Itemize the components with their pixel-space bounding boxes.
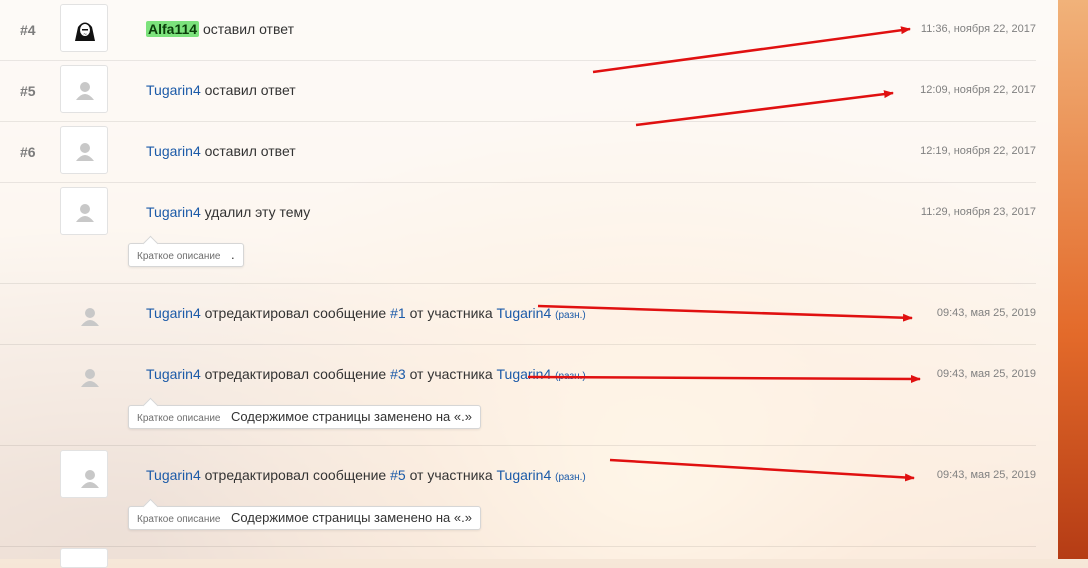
timestamp[interactable]: 11:36, ноября 22, 2017: [921, 23, 1036, 35]
entry-number: #4: [20, 22, 36, 38]
activity-row: Tugarin4 отредактировал сообщение #1 от …: [0, 284, 1036, 345]
user-link[interactable]: Tugarin4: [146, 82, 201, 98]
diff-link[interactable]: (разн.): [555, 310, 586, 321]
timestamp[interactable]: 09:43, мая 25, 2019: [937, 469, 1036, 481]
avatar[interactable]: [60, 126, 108, 174]
from-text: от участника: [409, 305, 493, 321]
activity-row: Tugarin4 отредактировал сообщение #3 от …: [0, 345, 1036, 446]
background-edge: [1058, 0, 1088, 559]
activity-text: Tugarin4 оставил ответ: [146, 143, 296, 159]
user-link[interactable]: Tugarin4: [146, 204, 201, 220]
target-user-link[interactable]: Tugarin4: [497, 366, 552, 382]
timestamp[interactable]: 11:29, ноября 23, 2017: [921, 206, 1036, 218]
summary-box: Краткое описание .: [128, 243, 244, 267]
action-text: оставил ответ: [204, 82, 296, 98]
default-user-icon: [76, 143, 94, 161]
post-link[interactable]: #1: [390, 305, 406, 321]
summary-value: .: [230, 247, 235, 262]
timestamp[interactable]: 09:43, мая 25, 2019: [937, 368, 1036, 380]
activity-text: Tugarin4 отредактировал сообщение #1 от …: [146, 305, 586, 321]
timestamp[interactable]: 12:19, ноября 22, 2017: [920, 145, 1036, 157]
svg-text:~: ~: [83, 32, 87, 38]
activity-row: Tugarin4 удалил эту тему 11:29, ноября 2…: [0, 183, 1036, 284]
target-user-link[interactable]: Tugarin4: [497, 467, 552, 483]
default-user-icon: [76, 82, 94, 100]
target-user-link[interactable]: Tugarin4: [497, 305, 552, 321]
activity-text: Tugarin4 отредактировал сообщение #5 от …: [146, 467, 586, 483]
summary-value: Содержимое страницы заменено на «.»: [230, 409, 472, 424]
summary-box: Краткое описание Содержимое страницы зам…: [128, 506, 481, 530]
avatar[interactable]: [60, 450, 108, 498]
avatar[interactable]: [60, 187, 108, 235]
summary-label: Краткое описание: [137, 251, 221, 262]
action-text: оставил ответ: [202, 21, 294, 37]
entry-number: #5: [20, 83, 36, 99]
hacker-avatar-icon: ~: [75, 22, 95, 41]
post-link[interactable]: #3: [390, 366, 406, 382]
diff-link[interactable]: (разн.): [555, 371, 586, 382]
summary-value: Содержимое страницы заменено на «.»: [230, 510, 472, 525]
summary-box: Краткое описание Содержимое страницы зам…: [128, 405, 481, 429]
user-link[interactable]: Alfa114: [146, 21, 200, 37]
activity-row: #5 Tugarin4 оставил ответ 12:09, ноября …: [0, 61, 1036, 122]
default-user-icon: [76, 204, 94, 222]
avatar[interactable]: [60, 349, 108, 397]
avatar[interactable]: ~: [60, 4, 108, 52]
activity-log-panel: #4 ~ Alfa114 оставил ответ 11:36, ноября…: [0, 0, 1058, 568]
default-user-icon: [81, 369, 99, 387]
action-text: оставил ответ: [204, 143, 296, 159]
activity-row: Tugarin4 отредактировал сообщение #5 от …: [0, 446, 1036, 547]
action-text: отредактировал сообщение: [204, 467, 387, 483]
user-link[interactable]: Tugarin4: [146, 305, 201, 321]
summary-label: Краткое описание: [137, 413, 221, 424]
default-user-icon: [81, 470, 99, 488]
user-link[interactable]: Tugarin4: [146, 143, 201, 159]
default-user-icon: [81, 308, 99, 326]
diff-link[interactable]: (разн.): [555, 472, 586, 483]
from-text: от участника: [409, 467, 493, 483]
user-link[interactable]: Tugarin4: [146, 467, 201, 483]
avatar[interactable]: [60, 65, 108, 113]
activity-row: #4 ~ Alfa114 оставил ответ 11:36, ноября…: [0, 0, 1036, 61]
activity-text: Tugarin4 удалил эту тему: [146, 204, 310, 220]
summary-label: Краткое описание: [137, 514, 221, 525]
action-text: отредактировал сообщение: [204, 305, 387, 321]
action-text: отредактировал сообщение: [204, 366, 387, 382]
post-link[interactable]: #5: [390, 467, 406, 483]
activity-text: Tugarin4 отредактировал сообщение #3 от …: [146, 366, 586, 382]
activity-text: Alfa114 оставил ответ: [146, 21, 294, 37]
activity-row: #6 Tugarin4 оставил ответ 12:19, ноября …: [0, 122, 1036, 183]
avatar[interactable]: [60, 288, 108, 336]
timestamp[interactable]: 12:09, ноября 22, 2017: [920, 84, 1036, 96]
entry-number: #6: [20, 144, 36, 160]
user-link[interactable]: Tugarin4: [146, 366, 201, 382]
avatar[interactable]: [60, 548, 108, 568]
timestamp[interactable]: 09:43, мая 25, 2019: [937, 307, 1036, 319]
action-text: удалил эту тему: [204, 204, 311, 220]
activity-text: Tugarin4 оставил ответ: [146, 82, 296, 98]
from-text: от участника: [409, 366, 493, 382]
